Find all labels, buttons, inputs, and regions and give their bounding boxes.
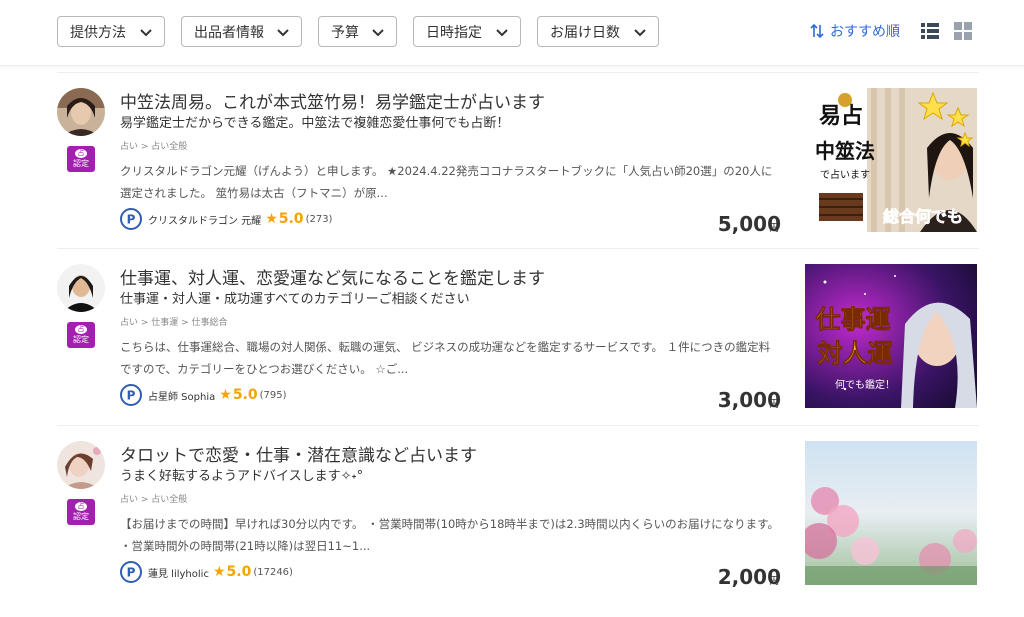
review-count: (273) xyxy=(305,213,333,225)
chevron-down-icon xyxy=(140,29,152,37)
chevron-down-icon xyxy=(372,29,384,37)
listing-thumbnail[interactable]: 易占 中筮法 で占います 総合何でも xyxy=(805,88,977,232)
listing-subtitle: うまく好転するようアドバイスします✧˖° xyxy=(120,469,364,484)
filter-label: 予算 xyxy=(331,24,359,41)
badge-top-text: 占 xyxy=(75,502,87,511)
listing-description: こちらは、仕事運総合、職場の対人関係、転職の運気、 ビジネスの成功運などを鑑定す… xyxy=(120,340,771,376)
chevron-down-icon xyxy=(634,29,646,37)
breadcrumb[interactable]: 占い > 占い全般 xyxy=(120,492,187,505)
filter-seller-info[interactable]: 出品者情報 xyxy=(181,16,302,47)
thumb-text-1: 易占 xyxy=(819,104,863,129)
star-icon: ★ xyxy=(265,211,278,227)
price-currency: 円 xyxy=(769,223,779,234)
seller-avatar[interactable] xyxy=(57,264,105,312)
svg-text:P: P xyxy=(127,213,136,227)
review-count: (17246) xyxy=(253,566,293,578)
price-currency: 円 xyxy=(769,399,779,410)
thumb-text-3: で占います xyxy=(820,168,870,181)
listing-description: 【お届けまでの時間】早ければ30分以内です。 ・営業時間帯(10時から18時半ま… xyxy=(120,517,780,553)
rating-value: 5.0 xyxy=(226,564,252,580)
seller-name[interactable]: クリスタルドラゴン 元耀 xyxy=(148,212,261,227)
divider xyxy=(57,72,979,73)
seller-name[interactable]: 占星師 Sophia xyxy=(148,388,215,403)
divider xyxy=(57,425,979,426)
filter-label: 日時指定 xyxy=(426,24,482,41)
certified-fortune-badge: 占 認定 xyxy=(67,499,95,525)
breadcrumb[interactable]: 占い > 占い全般 xyxy=(120,139,187,152)
divider xyxy=(57,248,979,249)
sort-label: おすすめ順 xyxy=(830,24,900,40)
seller-avatar[interactable] xyxy=(57,441,105,489)
sort-icon xyxy=(810,23,824,39)
badge-bottom-text: 認定 xyxy=(73,335,89,344)
svg-text:P: P xyxy=(127,389,136,403)
badge-top-text: 占 xyxy=(75,325,87,334)
seller-info[interactable]: P 占星師 Sophia ★ 5.0 (795) xyxy=(120,384,287,406)
badge-bottom-text: 認定 xyxy=(73,512,89,521)
listing-title[interactable]: 仕事運、対人運、恋愛運など気になることを鑑定します xyxy=(120,264,545,289)
thumb-text-1: 仕事運 xyxy=(814,305,890,334)
chevron-down-icon xyxy=(496,29,508,37)
filter-budget[interactable]: 予算 xyxy=(318,16,397,47)
star-icon: ★ xyxy=(212,564,226,580)
thumb-text-3: 何でも鑑定！ xyxy=(835,378,895,391)
listing-title[interactable]: タロットで恋愛・仕事・潜在意識など占います xyxy=(120,441,477,466)
grid-view-icon[interactable] xyxy=(953,21,973,41)
seller-avatar[interactable] xyxy=(57,88,105,136)
rating-value: 5.0 xyxy=(278,211,304,227)
certified-fortune-badge: 占 認定 xyxy=(67,322,95,348)
chevron-down-icon xyxy=(277,29,289,37)
pro-seller-icon: P xyxy=(120,561,142,583)
listing-subtitle: 易学鑑定士だからできる鑑定。中筮法で複雑恋愛仕事何でも占断！ xyxy=(120,116,510,131)
filter-bar: 提供方法 出品者情報 予算 日時指定 お届け日数 おすすめ順 xyxy=(0,0,1024,66)
filter-date-time[interactable]: 日時指定 xyxy=(413,16,521,47)
filter-delivery-method[interactable]: 提供方法 xyxy=(57,16,165,47)
listing-subtitle: 仕事運・対人運・成功運すべてのカテゴリーご相談ください xyxy=(120,292,470,307)
thumb-text-2: 対人運 xyxy=(817,339,892,368)
filter-label: お届け日数 xyxy=(550,24,620,41)
breadcrumb[interactable]: 占い > 仕事運 > 仕事総合 xyxy=(120,315,228,328)
service-listing[interactable]: 占 認定 中笠法周易。これが本式筮竹易！易学鑑定士が占います 易学鑑定士だからで… xyxy=(57,88,977,264)
list-view-icon[interactable] xyxy=(920,21,940,41)
svg-text:P: P xyxy=(127,566,136,580)
pro-seller-icon: P xyxy=(120,208,142,230)
review-count: (795) xyxy=(259,389,287,401)
filter-label: 出品者情報 xyxy=(194,24,264,41)
thumb-text-2: 中筮法 xyxy=(815,139,875,163)
certified-fortune-badge: 占 認定 xyxy=(67,146,95,172)
badge-bottom-text: 認定 xyxy=(73,159,89,168)
star-icon: ★ xyxy=(219,387,232,403)
rating-value: 5.0 xyxy=(232,387,258,403)
seller-name[interactable]: 蓮見 lilyholic xyxy=(148,565,209,580)
filter-label: 提供方法 xyxy=(70,24,126,41)
seller-info[interactable]: P クリスタルドラゴン 元耀 ★ 5.0 (273) xyxy=(120,208,332,230)
service-listing[interactable]: 占 認定 仕事運、対人運、恋愛運など気になることを鑑定します 仕事運・対人運・成… xyxy=(57,264,977,440)
thumb-text-4: 総合何でも xyxy=(883,207,963,226)
pro-seller-icon: P xyxy=(120,384,142,406)
listing-thumbnail[interactable] xyxy=(805,441,977,585)
listing-title[interactable]: 中笠法周易。これが本式筮竹易！易学鑑定士が占います xyxy=(120,88,545,113)
service-listing[interactable]: 占 認定 タロットで恋愛・仕事・潜在意識など占います うまく好転するようアドバイ… xyxy=(57,441,977,617)
listing-thumbnail[interactable]: 仕事運 対人運 何でも鑑定！ xyxy=(805,264,977,408)
price-currency: 円 xyxy=(769,576,779,587)
seller-info[interactable]: P 蓮見 lilyholic ★ 5.0 (17246) xyxy=(120,561,293,583)
filter-delivery-days[interactable]: お届け日数 xyxy=(537,16,659,47)
listing-description: クリスタルドラゴン元耀（げんよう）と申します。 ★2024.4.22発売ココナラ… xyxy=(120,164,773,200)
sort-button[interactable]: おすすめ順 xyxy=(810,20,900,42)
badge-top-text: 占 xyxy=(75,149,87,158)
